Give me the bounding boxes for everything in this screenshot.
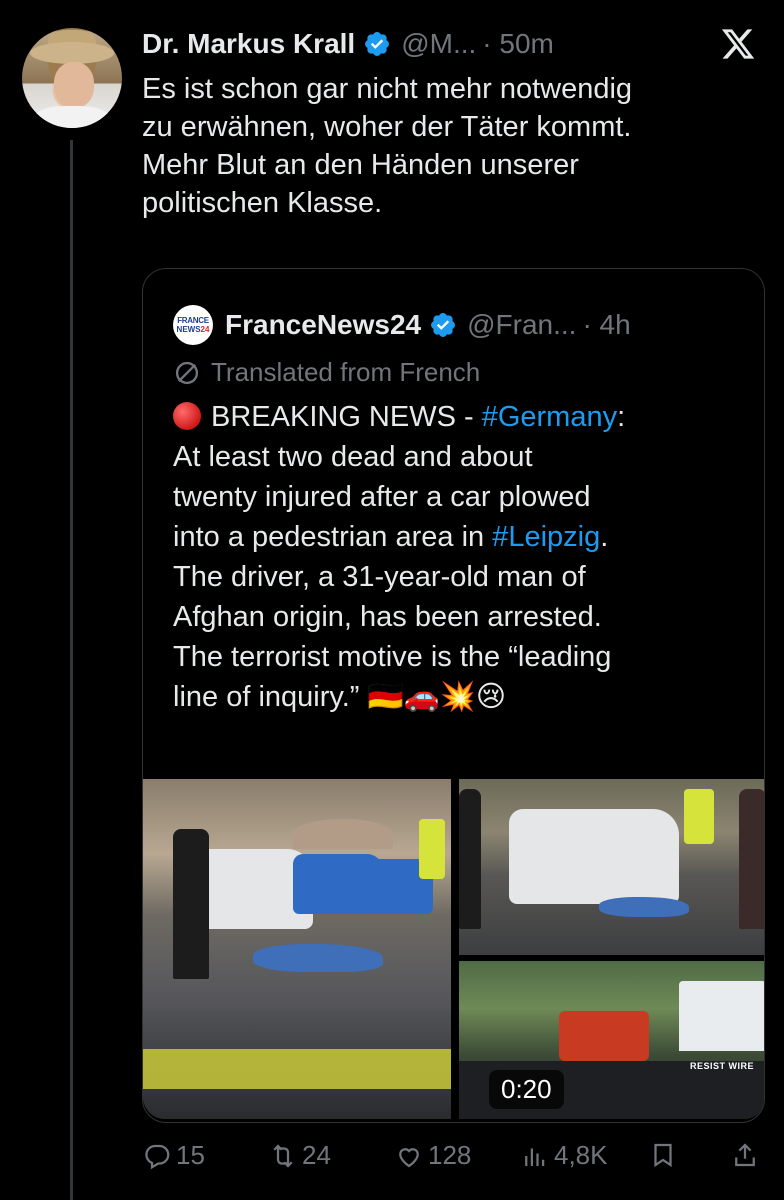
quote-text: BREAKING NEWS - #Germany: At least two d… (173, 397, 743, 717)
tweet-text-line: Mehr Blut an den Händen unserer (142, 149, 579, 181)
hashtag-leipzig[interactable]: #Leipzig (492, 521, 600, 553)
reply-button[interactable]: 15 (142, 1140, 205, 1171)
quote-author-handle[interactable]: @Fran... (467, 309, 576, 341)
media-grid: 0:20 RESIST WIRE (143, 779, 764, 1119)
view-count: 4,8K (554, 1140, 608, 1170)
bookmark-button[interactable] (648, 1140, 682, 1170)
quoted-tweet[interactable]: FRANCE NEWS24 FranceNews24 @Fran... · 4h… (142, 268, 765, 1123)
tweet-text: Es ist schon gar nicht mehr notwendig zu… (142, 70, 762, 222)
watermark: RESIST WIRE (689, 1061, 754, 1071)
quote-text-line: Afghan origin, has been arrested. (173, 601, 602, 633)
tweet-text-line: politischen Klasse. (142, 187, 383, 219)
translated-text: Translated from French (211, 357, 481, 387)
media-photo-top-right[interactable] (459, 779, 764, 955)
views-button[interactable]: 4,8K (520, 1140, 608, 1171)
video-duration: 0:20 (489, 1070, 564, 1109)
like-button[interactable]: 128 (394, 1140, 471, 1171)
quote-text-line: At least two dead and about (173, 441, 533, 473)
media-photo-left[interactable] (143, 779, 451, 1119)
tweet-header: Dr. Markus Krall @M... · 50m (142, 24, 764, 64)
quote-text-line: twenty injured after a car plowed (173, 481, 591, 513)
repost-count: 24 (302, 1140, 331, 1170)
like-count: 128 (428, 1140, 472, 1170)
share-icon (735, 1143, 755, 1167)
tweet-text-line: Es ist schon gar nicht mehr notwendig (142, 73, 633, 105)
quote-text-line: BREAKING NEWS - #Germany: (173, 397, 743, 437)
red-circle-icon (173, 402, 201, 430)
repost-button[interactable]: 24 (268, 1140, 331, 1171)
views-icon (525, 1148, 545, 1166)
verified-badge-icon (431, 313, 456, 337)
x-logo-icon (721, 29, 755, 59)
reply-count: 15 (176, 1140, 205, 1170)
action-bar: 15 24 128 4,8K (142, 1140, 762, 1180)
reply-icon (145, 1144, 170, 1169)
quote-avatar-text: NEWS24 (176, 325, 210, 334)
quote-header: FRANCE NEWS24 FranceNews24 @Fran... · 4h (173, 305, 631, 345)
quote-text-line: The terrorist motive is the “leading (173, 641, 612, 673)
quote-text-line: into a pedestrian area in #Leipzig. (173, 521, 609, 553)
quote-text-line: The driver, a 31-year-old man of (173, 561, 586, 593)
hashtag-germany[interactable]: #Germany (482, 401, 617, 433)
quote-time[interactable]: · 4h (582, 309, 630, 341)
quote-author-name[interactable]: FranceNews24 (225, 309, 421, 341)
repost-icon (273, 1143, 293, 1168)
translate-globe-icon (175, 361, 199, 384)
quote-avatar[interactable]: FRANCE NEWS24 (173, 305, 213, 345)
verified-badge-icon (365, 32, 390, 56)
quote-avatar-text: FRANCE (177, 316, 209, 325)
tweet-time[interactable]: · 50m (482, 28, 554, 60)
translated-label[interactable]: Translated from French (173, 357, 480, 388)
author-avatar[interactable] (22, 28, 122, 128)
video-thumbnail[interactable]: 0:20 RESIST WIRE (459, 961, 764, 1119)
like-icon (399, 1147, 419, 1167)
author-handle[interactable]: @M... (401, 28, 476, 60)
bookmark-icon (654, 1143, 672, 1168)
share-button[interactable] (730, 1140, 764, 1170)
thread-line (70, 140, 73, 1200)
author-name[interactable]: Dr. Markus Krall (142, 28, 355, 60)
quote-text-line: line of inquiry.” 🇩🇪🚗💥😢 (173, 681, 507, 713)
tweet-text-line: zu erwähnen, woher der Täter kommt. (142, 111, 632, 143)
